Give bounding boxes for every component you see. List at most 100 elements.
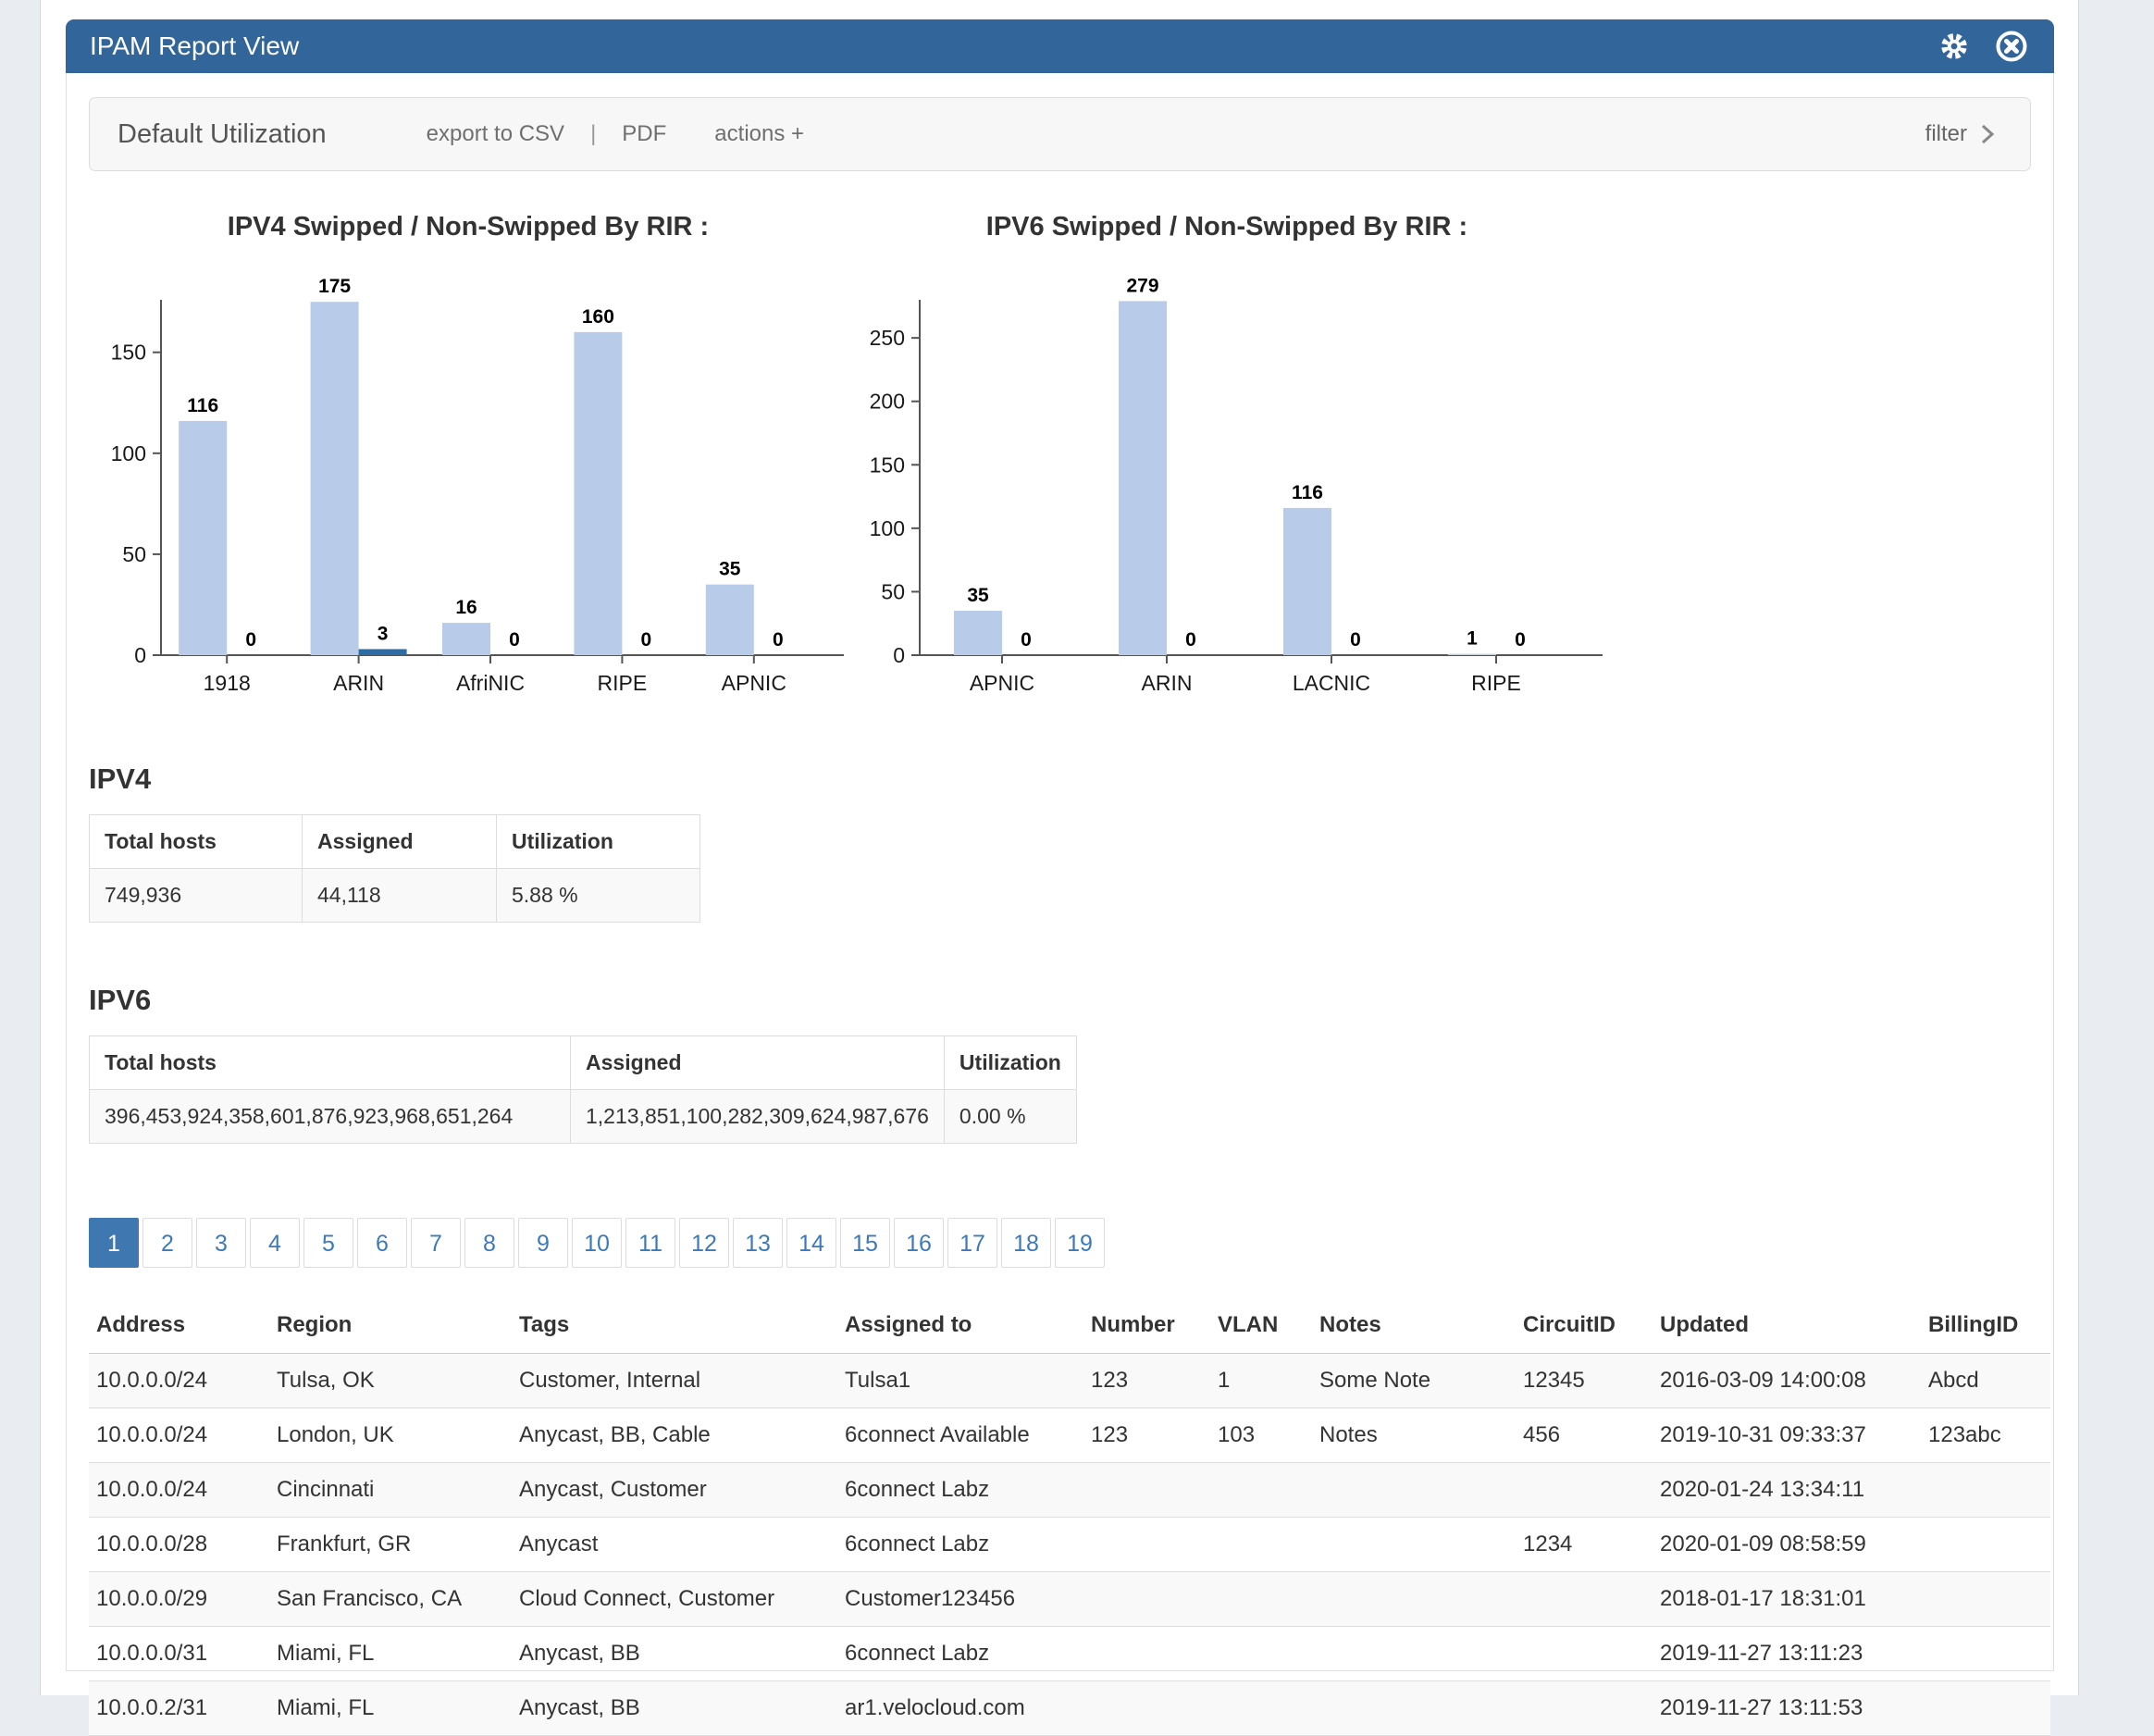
table-row: 10.0.0.0/24CincinnatiAnycast, Customer6c… <box>89 1463 2050 1518</box>
summary-column-header: Total hosts <box>90 1036 571 1090</box>
actions-menu-button[interactable]: actions + <box>714 121 804 147</box>
svg-text:35: 35 <box>719 559 741 580</box>
table-row: 10.0.0.0/24London, UKAnycast, BB, Cable6… <box>89 1408 2050 1463</box>
record-cell: 10.0.0.0/24 <box>89 1463 269 1518</box>
export-pdf-button[interactable]: PDF <box>622 121 666 147</box>
page-button-16[interactable]: 16 <box>894 1218 944 1268</box>
ipv6-bar-chart: 050100150200250APNIC350ARIN2790LACNIC116… <box>848 267 1606 701</box>
page-button-9[interactable]: 9 <box>518 1218 568 1268</box>
records-column-header: CircuitID <box>1516 1297 1653 1354</box>
record-cell: 2020-01-24 13:34:11 <box>1653 1463 1921 1518</box>
record-cell <box>1083 1572 1210 1627</box>
page-button-8[interactable]: 8 <box>464 1218 514 1268</box>
panel-header: IPAM Report View <box>66 19 2054 73</box>
record-cell: 12345 <box>1516 1354 1653 1408</box>
record-cell: Tulsa1 <box>837 1354 1083 1408</box>
filter-label: filter <box>1925 121 1967 147</box>
page-button-12[interactable]: 12 <box>679 1218 729 1268</box>
summary-value-cell: 44,118 <box>303 869 497 923</box>
summary-value-row: 396,453,924,358,601,876,923,968,651,2641… <box>90 1090 1077 1144</box>
content-page: IPAM Report View Default Utilization ex <box>40 0 2079 1695</box>
page-button-19[interactable]: 19 <box>1055 1218 1105 1268</box>
record-cell <box>1312 1572 1516 1627</box>
page-button-2[interactable]: 2 <box>142 1218 192 1268</box>
summary-value-row: 749,93644,1185.88 % <box>90 869 700 923</box>
records-column-header: Assigned to <box>837 1297 1083 1354</box>
page-button-4[interactable]: 4 <box>250 1218 300 1268</box>
ipv6-summary-table: Total hostsAssignedUtilization396,453,92… <box>89 1035 1077 1144</box>
table-row: 10.0.0.0/31Miami, FLAnycast, BB6connect … <box>89 1627 2050 1681</box>
record-cell: 10.0.0.0/28 <box>89 1518 269 1572</box>
svg-text:200: 200 <box>870 390 905 414</box>
gear-icon[interactable] <box>1936 28 1973 65</box>
summary-value-cell: 396,453,924,358,601,876,923,968,651,264 <box>90 1090 571 1144</box>
svg-text:160: 160 <box>582 306 614 328</box>
page-button-18[interactable]: 18 <box>1001 1218 1051 1268</box>
svg-text:116: 116 <box>1292 482 1323 503</box>
report-toolbar: Default Utilization export to CSV | PDF … <box>89 97 2031 171</box>
svg-text:0: 0 <box>1021 629 1032 651</box>
ipv4-chart-title: IPV4 Swipped / Non-Swipped By RIR : <box>89 212 848 242</box>
table-row: 10.0.0.0/29San Francisco, CACloud Connec… <box>89 1572 2050 1627</box>
svg-text:35: 35 <box>967 585 989 606</box>
record-cell: 123 <box>1083 1354 1210 1408</box>
record-cell <box>1210 1572 1312 1627</box>
record-cell: 10.0.0.0/29 <box>89 1572 269 1627</box>
summary-column-header: Utilization <box>497 815 700 869</box>
close-icon[interactable] <box>1993 28 2030 65</box>
summary-header-row: Total hostsAssignedUtilization <box>90 1036 1077 1090</box>
svg-text:APNIC: APNIC <box>722 671 786 695</box>
page-button-7[interactable]: 7 <box>411 1218 461 1268</box>
record-cell: Anycast, BB <box>512 1681 837 1736</box>
filter-toggle[interactable]: filter <box>1925 121 1995 147</box>
page-button-5[interactable]: 5 <box>303 1218 353 1268</box>
page-button-10[interactable]: 10 <box>572 1218 622 1268</box>
record-cell: 103 <box>1210 1408 1312 1463</box>
record-cell: ar1.velocloud.com <box>837 1681 1083 1736</box>
page-button-17[interactable]: 17 <box>947 1218 997 1268</box>
chevron-right-icon <box>1980 122 1995 146</box>
page-button-11[interactable]: 11 <box>625 1218 675 1268</box>
record-cell <box>1516 1572 1653 1627</box>
record-cell <box>1083 1518 1210 1572</box>
svg-text:ARIN: ARIN <box>333 671 384 695</box>
record-cell <box>1210 1518 1312 1572</box>
svg-text:50: 50 <box>122 542 146 566</box>
record-cell <box>1312 1518 1516 1572</box>
record-cell: Miami, FL <box>269 1681 512 1736</box>
export-csv-button[interactable]: export to CSV <box>427 121 564 147</box>
page-button-13[interactable]: 13 <box>733 1218 783 1268</box>
svg-text:0: 0 <box>509 629 520 651</box>
panel-body: Default Utilization export to CSV | PDF … <box>66 73 2054 1671</box>
record-cell <box>1312 1627 1516 1681</box>
records-column-header: Updated <box>1653 1297 1921 1354</box>
page-button-14[interactable]: 14 <box>786 1218 836 1268</box>
ipam-report-panel: IPAM Report View Default Utilization ex <box>66 19 2054 1671</box>
ipv4-chart-block: IPV4 Swipped / Non-Swipped By RIR : 0 50 1… <box>89 212 848 701</box>
page-button-1[interactable]: 1 <box>89 1218 139 1268</box>
panel-title: IPAM Report View <box>90 31 299 61</box>
bar <box>311 302 359 655</box>
record-cell: Anycast <box>512 1518 837 1572</box>
record-cell: 10.0.0.0/24 <box>89 1408 269 1463</box>
page-button-3[interactable]: 3 <box>196 1218 246 1268</box>
svg-text:0: 0 <box>893 643 905 667</box>
record-cell: 123 <box>1083 1408 1210 1463</box>
record-cell: 6connect Labz <box>837 1518 1083 1572</box>
record-cell <box>1921 1572 2050 1627</box>
svg-text:ARIN: ARIN <box>1142 671 1193 695</box>
record-cell: Anycast, BB <box>512 1627 837 1681</box>
records-table: AddressRegionTagsAssigned toNumberVLANNo… <box>89 1297 2050 1736</box>
summary-column-header: Utilization <box>944 1036 1076 1090</box>
ipv6-section-heading: IPV6 <box>89 984 2031 1017</box>
record-cell: 10.0.0.0/24 <box>89 1354 269 1408</box>
page-button-6[interactable]: 6 <box>357 1218 407 1268</box>
record-cell: Miami, FL <box>269 1627 512 1681</box>
record-cell <box>1312 1463 1516 1518</box>
records-column-header: Tags <box>512 1297 837 1354</box>
record-cell <box>1516 1463 1653 1518</box>
svg-text:50: 50 <box>881 579 905 603</box>
page-button-15[interactable]: 15 <box>840 1218 890 1268</box>
bar <box>706 585 754 655</box>
svg-text:APNIC: APNIC <box>970 671 1034 695</box>
